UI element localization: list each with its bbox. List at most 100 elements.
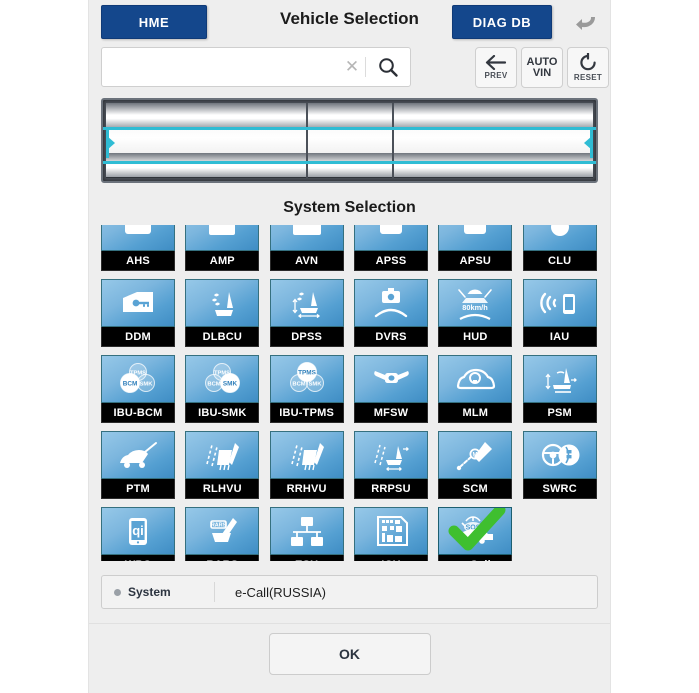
picker-row[interactable] — [393, 103, 593, 128]
rear-right-vent-icon — [269, 431, 344, 479]
system-tile-dlbcu[interactable]: DLBCU — [185, 279, 260, 347]
ok-button-label: OK — [339, 646, 360, 662]
auto-vin-line2: VIN — [532, 66, 552, 79]
system-tile-wpc[interactable]: qi WPC — [101, 507, 175, 561]
prev-button[interactable]: PREV — [475, 47, 517, 88]
system-tile-e-call[interactable]: SOSe-Call — [438, 507, 513, 561]
picker-columns — [106, 103, 593, 178]
system-tile-icu[interactable]: ICU — [354, 507, 428, 561]
system-tile-label: PSM — [522, 403, 597, 423]
vehicle-picker[interactable] — [101, 98, 598, 183]
status-key: System — [128, 585, 171, 599]
footer: OK — [89, 623, 610, 684]
system-tile-rars[interactable]: RARS RARS — [185, 507, 260, 561]
prev-button-label: PREV — [484, 71, 508, 80]
system-tile-label: MFSW — [354, 403, 428, 423]
picker-arrow-left-icon — [107, 136, 115, 150]
system-tile-label: WPC — [101, 555, 175, 561]
system-tile-ibu-tpms[interactable]: TPMS BCM SMK IBU-TPMS — [269, 355, 344, 423]
ok-button[interactable]: OK — [268, 633, 431, 675]
system-tile-dpss[interactable]: DPSS — [269, 279, 344, 347]
svg-text:BCM: BCM — [292, 382, 305, 388]
system-tile-ptm[interactable]: PTM — [101, 431, 175, 499]
picker-row[interactable] — [393, 152, 593, 178]
system-tile-apsu[interactable]: APSU — [438, 225, 513, 271]
picker-row-selected[interactable] — [106, 127, 306, 153]
search-box[interactable]: ✕ — [101, 47, 411, 87]
system-tile-label: APSS — [354, 251, 428, 271]
system-tile-mlm[interactable]: MLM — [438, 355, 513, 423]
picker-row[interactable] — [106, 103, 306, 128]
system-tile-dvrs[interactable]: DVRS — [354, 279, 428, 347]
system-tile-label: DVRS — [354, 327, 428, 347]
system-tile-hud[interactable]: 80km/h HUD — [438, 279, 513, 347]
system-tile-label: SCM — [438, 479, 513, 499]
system-tile-mfsw[interactable]: MFSW — [354, 355, 428, 423]
svg-text:SMK: SMK — [223, 381, 238, 388]
svg-text:qi: qi — [132, 523, 144, 538]
system-tile-iau[interactable]: IAU — [522, 279, 597, 347]
system-tile-ddm[interactable]: DDM — [101, 279, 175, 347]
system-tile-ibu-smk[interactable]: TPMS BCM SMK IBU-SMK — [185, 355, 260, 423]
ecall-sos-icon: SOS — [438, 507, 513, 555]
steering-switch-icon — [354, 355, 428, 403]
picker-arrow-right-icon — [584, 136, 592, 150]
system-tile-ibu-bcm[interactable]: TPMS BCM SMK IBU-BCM — [101, 355, 175, 423]
amp-icon — [185, 225, 260, 251]
system-tile-label: IBU-TPMS — [269, 403, 344, 423]
svg-text:80km/h: 80km/h — [463, 303, 489, 312]
system-tile-rrpsu[interactable]: RRPSU — [354, 431, 428, 499]
picker-row-selected[interactable] — [307, 127, 392, 153]
app-header: HME Vehicle Selection DIAG DB — [89, 0, 610, 42]
car-lamp-icon — [438, 355, 513, 403]
apss-icon — [354, 225, 428, 251]
system-tile-label: RARS — [185, 555, 260, 561]
system-tile-label: IBU-BCM — [101, 403, 175, 423]
auto-vin-button[interactable]: AUTO VIN — [521, 47, 563, 88]
trunk-icon — [101, 431, 175, 479]
picker-row-selected[interactable] — [393, 127, 593, 153]
venn-bcm-icon: TPMS BCM SMK — [101, 355, 175, 403]
system-tile-rlhvu[interactable]: RLHVU — [185, 431, 260, 499]
search-input[interactable] — [102, 48, 339, 86]
system-tile-amp[interactable]: AMP — [185, 225, 260, 271]
reset-button-label: RESET — [573, 73, 603, 82]
apsu-icon — [438, 225, 513, 251]
refresh-icon — [580, 53, 596, 71]
system-tile-label: IBU-SMK — [185, 403, 260, 423]
picker-row[interactable] — [307, 103, 392, 128]
system-tile-label: PTM — [101, 479, 175, 499]
picker-row[interactable] — [106, 152, 306, 178]
magnifier-glyph — [379, 58, 398, 77]
hud-speed-icon: 80km/h — [438, 279, 513, 327]
system-selection-title: System Selection — [283, 199, 416, 216]
status-bullet-icon — [114, 588, 121, 596]
system-tile-label: CLU — [522, 251, 597, 271]
wireless-charge-icon: qi — [101, 507, 175, 555]
clear-icon[interactable]: ✕ — [339, 57, 365, 77]
system-tile-avn[interactable]: AVN — [269, 225, 344, 271]
picker-column-1[interactable] — [106, 103, 306, 178]
diag-db-button[interactable]: DIAG DB — [452, 5, 552, 39]
system-tile-esu[interactable]: ESU — [269, 507, 344, 561]
system-tile-psm[interactable]: PSM — [522, 355, 597, 423]
return-button[interactable] — [566, 4, 606, 38]
system-tile-swrc[interactable]: SWRC — [522, 431, 597, 499]
system-tile-label: DPSS — [269, 327, 344, 347]
system-tile-scm[interactable]: M SCM — [438, 431, 513, 499]
system-tile-ahs[interactable]: AHS — [101, 225, 175, 271]
rear-seat-relax-icon: RARS — [185, 507, 260, 555]
reset-button[interactable]: RESET — [567, 47, 609, 88]
status-value: e-Call(RUSSIA) — [235, 584, 327, 600]
system-tile-apss[interactable]: APSS — [354, 225, 428, 271]
system-tile-rrhvu[interactable]: RRHVU — [269, 431, 344, 499]
picker-row[interactable] — [307, 152, 392, 178]
power-seat-icon — [522, 355, 597, 403]
system-tile-label: ICU — [354, 555, 428, 561]
picker-column-3[interactable] — [393, 103, 593, 178]
seat-blower-icon — [185, 279, 260, 327]
system-tile-label: AMP — [185, 251, 260, 271]
system-tile-clu[interactable]: CLU — [522, 225, 597, 271]
picker-column-2[interactable] — [307, 103, 392, 178]
search-icon[interactable] — [366, 56, 410, 78]
